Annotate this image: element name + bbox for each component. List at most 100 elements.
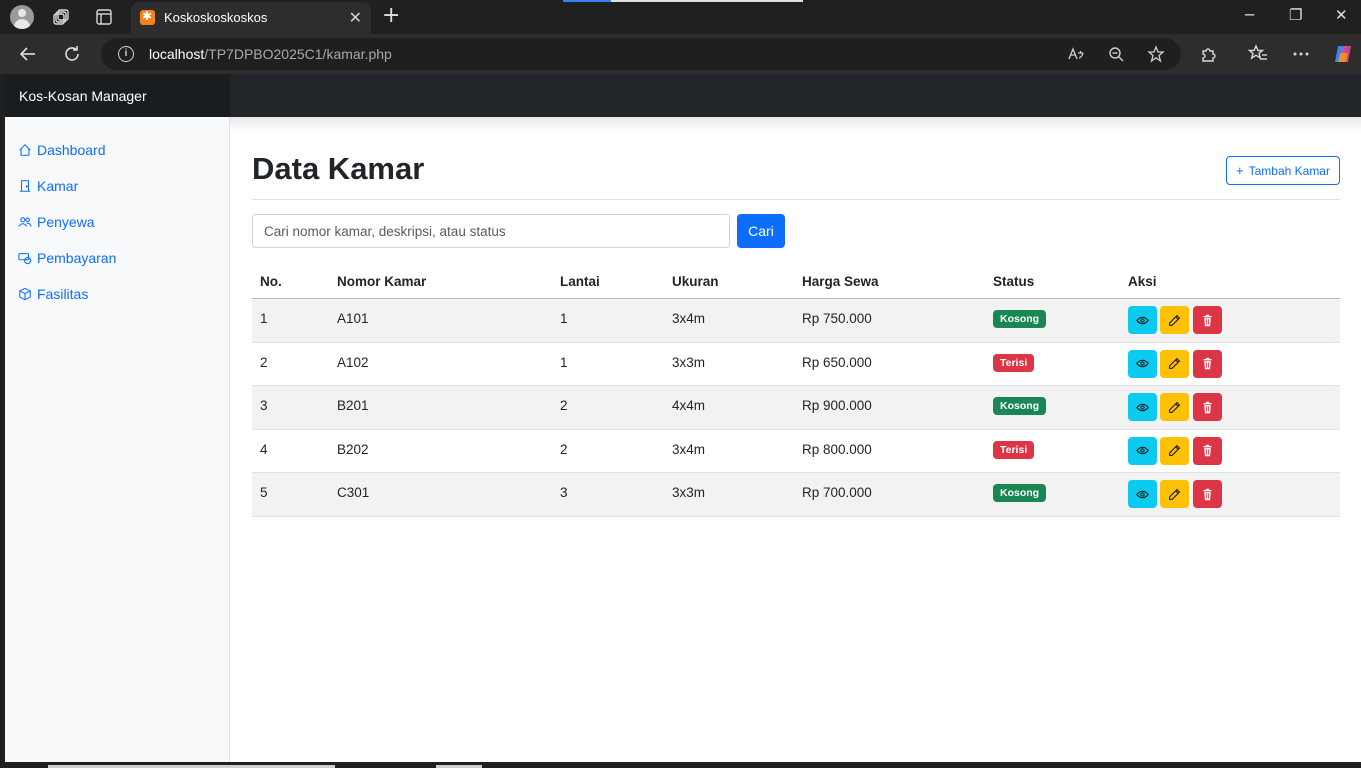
door-icon	[19, 180, 31, 192]
column-header-no: No.	[260, 274, 282, 289]
cell-ukuran: 3x4m	[672, 311, 706, 326]
delete-button[interactable]	[1193, 393, 1222, 422]
sidebar-item-label: Pembayaran	[37, 250, 117, 266]
edit-button[interactable]	[1160, 306, 1189, 334]
cell-no: 3	[260, 398, 268, 414]
restore-icon[interactable]: ❐	[1289, 6, 1302, 24]
cell-no: 2	[260, 354, 268, 370]
plus-icon: +	[1236, 163, 1244, 178]
box-icon	[19, 287, 31, 301]
table-row: 2 A102 1 3x3m Rp 650.000 Terisi	[252, 343, 1340, 387]
web-page: Kos-Kosan Manager Dashboard Kamar Penyew…	[5, 74, 1361, 762]
cash-coin-icon	[18, 253, 32, 265]
profile-avatar-icon[interactable]	[10, 5, 34, 29]
tab-title: Koskoskoskoskos	[164, 10, 268, 25]
cell-ukuran: 3x3m	[672, 485, 706, 501]
pencil-icon	[1169, 357, 1181, 369]
close-tab-icon[interactable]: ✕	[349, 8, 362, 27]
cell-nomor-kamar: B202	[337, 441, 369, 457]
close-window-icon[interactable]: ✕	[1335, 6, 1348, 24]
xampp-favicon-icon	[140, 9, 155, 25]
browser-tab-strip: Koskoskoskoskos ✕ + ─ ❐ ✕	[0, 0, 1361, 34]
edit-button[interactable]	[1160, 436, 1189, 465]
eye-icon	[1136, 447, 1149, 455]
extensions-icon[interactable]	[1199, 44, 1219, 64]
sidebar-item-kamar[interactable]: Kamar	[18, 176, 78, 196]
favorites-list-icon[interactable]	[1248, 44, 1268, 64]
cell-ukuran: 4x4m	[672, 398, 706, 414]
people-icon	[18, 217, 32, 227]
table-body: 1 A101 1 3x4m Rp 750.000 Kosong 2 A102 1 3x3m Rp 6…	[252, 299, 1340, 517]
view-button[interactable]	[1128, 393, 1157, 422]
table-row: 5 C301 3 3x3m Rp 700.000 Kosong	[252, 473, 1340, 517]
search-input[interactable]	[252, 214, 730, 248]
add-room-button[interactable]: + Tambah Kamar	[1226, 156, 1340, 185]
favorite-star-icon[interactable]	[1147, 45, 1165, 63]
status-badge: Kosong	[993, 484, 1047, 503]
eye-icon	[1136, 403, 1149, 411]
view-button[interactable]	[1128, 349, 1157, 378]
delete-button[interactable]	[1193, 480, 1222, 509]
table-header-row: No. Nomor Kamar Lantai Ukuran Harga Sewa…	[252, 263, 1340, 299]
delete-button[interactable]	[1193, 306, 1222, 334]
minimize-icon[interactable]: ─	[1245, 6, 1254, 24]
cell-lantai: 1	[560, 311, 568, 326]
cell-lantai: 3	[560, 485, 568, 501]
read-aloud-icon[interactable]	[1067, 45, 1085, 63]
pencil-icon	[1169, 488, 1181, 500]
copilot-icon[interactable]	[1332, 43, 1354, 65]
navbar-brand[interactable]: Kos-Kosan Manager	[5, 74, 230, 117]
eye-icon	[1136, 359, 1149, 368]
view-button[interactable]	[1128, 480, 1157, 509]
edit-button[interactable]	[1160, 393, 1189, 422]
status-badge: Kosong	[993, 310, 1047, 328]
sidebar-item-pembayaran[interactable]: Pembayaran	[18, 248, 116, 268]
trash-icon	[1203, 314, 1212, 326]
cell-lantai: 2	[560, 398, 568, 414]
view-button[interactable]	[1128, 436, 1157, 465]
sidebar-item-dashboard[interactable]: Dashboard	[18, 140, 106, 160]
house-icon	[19, 144, 31, 156]
search-button[interactable]: Cari	[737, 214, 785, 248]
cell-harga-sewa: Rp 700.000	[802, 485, 872, 501]
url-text[interactable]: localhost/TP7DPBO2025C1/kamar.php	[149, 46, 392, 62]
cell-harga-sewa: Rp 750.000	[802, 311, 872, 326]
reload-icon[interactable]	[62, 44, 82, 64]
delete-button[interactable]	[1193, 349, 1222, 378]
back-arrow-icon[interactable]	[18, 44, 38, 64]
delete-button[interactable]	[1193, 436, 1222, 465]
cell-nomor-kamar: A101	[337, 311, 369, 326]
more-menu-icon[interactable]	[1291, 44, 1311, 64]
address-bar[interactable]: i localhost/TP7DPBO2025C1/kamar.php	[101, 38, 1181, 70]
view-button[interactable]	[1128, 306, 1157, 334]
title-divider	[252, 199, 1340, 200]
cell-no: 4	[260, 441, 268, 457]
sidebar-item-label: Penyewa	[37, 214, 95, 230]
rooms-table: No. Nomor Kamar Lantai Ukuran Harga Sewa…	[252, 263, 1340, 517]
sidebar-item-fasilitas[interactable]: Fasilitas	[18, 284, 88, 304]
cell-lantai: 1	[560, 354, 568, 370]
sidebar-item-label: Kamar	[37, 178, 79, 194]
zoom-out-icon[interactable]	[1107, 45, 1125, 63]
page-title: Data Kamar	[252, 151, 425, 186]
trash-icon	[1203, 445, 1212, 457]
sidebar-item-penyewa[interactable]: Penyewa	[18, 212, 95, 232]
workspaces-icon[interactable]	[53, 8, 71, 26]
sidebar-item-label: Dashboard	[37, 142, 106, 158]
cell-ukuran: 3x3m	[672, 354, 706, 370]
add-room-button-label: Tambah Kamar	[1248, 163, 1330, 178]
active-tab[interactable]: Koskoskoskoskos ✕	[131, 2, 371, 34]
site-info-icon[interactable]: i	[118, 46, 134, 62]
status-badge: Terisi	[993, 440, 1035, 459]
edit-button[interactable]	[1160, 349, 1189, 378]
pencil-icon	[1169, 445, 1181, 457]
cell-no: 1	[260, 311, 268, 326]
cell-lantai: 2	[560, 441, 568, 457]
new-tab-icon[interactable]: +	[382, 3, 400, 28]
edit-button[interactable]	[1160, 480, 1189, 509]
trash-icon	[1203, 401, 1212, 413]
status-badge: Kosong	[993, 397, 1047, 416]
cell-harga-sewa: Rp 650.000	[802, 354, 872, 370]
cell-nomor-kamar: B201	[337, 398, 369, 414]
vertical-tabs-icon[interactable]	[95, 8, 113, 26]
